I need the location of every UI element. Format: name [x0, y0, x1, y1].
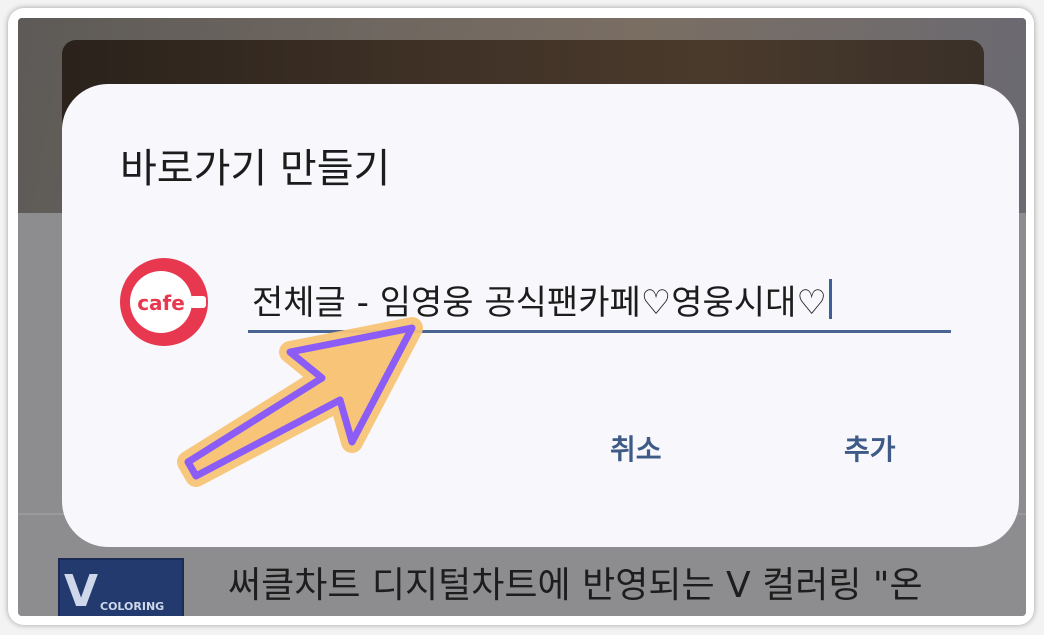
cancel-button[interactable]: 취소 [600, 424, 672, 472]
article-thumbnail[interactable]: V COLORING [58, 558, 184, 616]
input-underline [248, 330, 951, 333]
dialog-title: 바로가기 만들기 [120, 146, 391, 192]
thumbnail-caption: COLORING [100, 600, 165, 613]
shortcut-name-input[interactable]: 전체글 - 임영웅 공식팬카페♡영웅시대♡ [248, 264, 948, 334]
article-title[interactable]: 써클차트 디지털차트에 반영되는 V 컬러링 "온 [228, 556, 923, 608]
cafe-icon-label: cafe [137, 291, 185, 315]
cafe-app-icon: cafe [120, 258, 208, 346]
add-button[interactable]: 추가 [834, 424, 906, 472]
thumbnail-letter: V [64, 566, 99, 616]
create-shortcut-dialog: 바로가기 만들기 cafe 전체글 - 임영웅 공식팬카페♡영웅시대♡ 취소 추… [62, 84, 1019, 547]
text-caret [828, 279, 832, 319]
app-screen: V COLORING 써클차트 디지털차트에 반영되는 V 컬러링 "온 바로가… [18, 18, 1026, 616]
shortcut-name-value: 전체글 - 임영웅 공식팬카페♡영웅시대♡ [252, 282, 827, 323]
